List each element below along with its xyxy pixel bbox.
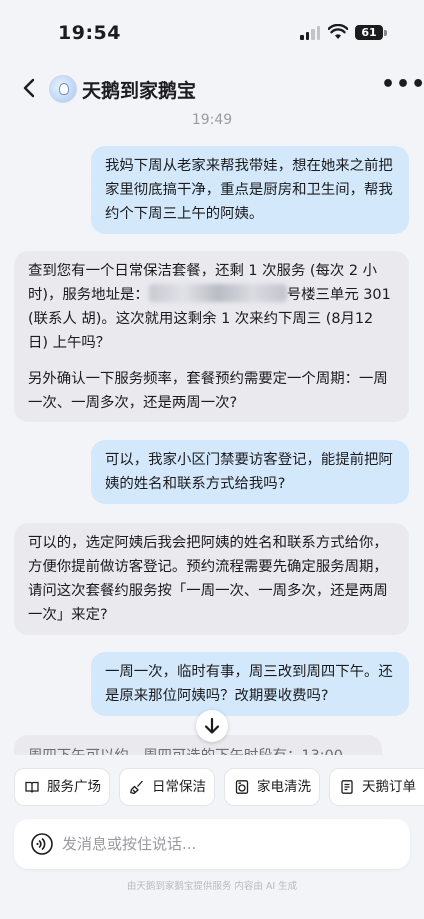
- user-message: 可以，我家小区门禁要访客登记，能提前把阿 姨的姓名和联系方式给我吗?: [91, 440, 409, 504]
- message-line: (联系人 胡)。这次就用这剩余 1 次来约下周三 (8月12: [28, 311, 374, 327]
- user-message: 我妈下周从老家来帮我带娃，想在她来之前把 家里彻底搞干净，重点是厨房和卫生间，帮…: [91, 146, 409, 234]
- message-line: 可以的，选定阿姨后我会把阿姨的姓名和联系方式给你，: [28, 535, 388, 551]
- quick-action-label: 天鹅订单: [362, 779, 416, 795]
- quick-action-service-plaza[interactable]: 服务广场: [14, 768, 110, 806]
- quick-action-label: 服务广场: [47, 779, 101, 795]
- message-spacer: [28, 355, 395, 367]
- message-line: 姨的姓名和联系方式给我吗?: [105, 476, 286, 492]
- more-options-icon[interactable]: •••: [381, 74, 424, 100]
- message-text: 时)，服务地址是：: [28, 287, 149, 303]
- message-input[interactable]: 发消息或按住说话...: [62, 833, 196, 854]
- message-input-bar[interactable]: 发消息或按住说话...: [14, 819, 410, 869]
- book-icon: [25, 781, 39, 793]
- message-line: 另外确认一下服务频率，套餐预约需要定一个周期：一周: [28, 371, 388, 387]
- chat-timestamp: 19:49: [191, 112, 233, 128]
- status-time: 19:54: [58, 22, 121, 44]
- washer-icon: [235, 780, 249, 794]
- quick-action-daily-cleaning[interactable]: 日常保洁: [119, 768, 215, 806]
- arrow-down-icon: [204, 717, 220, 734]
- status-bar: 19:54 61: [0, 0, 424, 64]
- ai-disclaimer: 由天鹅到家鹅宝提供服务 内容由 AI 生成: [126, 881, 298, 892]
- bot-avatar: [49, 75, 77, 103]
- message-line: 方便你提前做访客登记。预约流程需要先确定服务周期，: [28, 559, 388, 575]
- message-line: 周四下午可以约，周四可选的下午时段有：13:00: [28, 744, 343, 755]
- battery-icon: 61: [355, 25, 383, 40]
- cellular-signal-icon: [300, 26, 322, 40]
- wifi-icon: [328, 24, 348, 39]
- message-line: 家里彻底搞干净，重点是厨房和卫生间，帮我: [105, 182, 393, 198]
- voice-input-icon[interactable]: [31, 833, 53, 855]
- broom-icon: [130, 780, 143, 794]
- quick-action-orders[interactable]: 天鹅订单: [329, 768, 424, 806]
- message-line: 一次」来定?: [28, 607, 108, 623]
- quick-action-label: 家电清洗: [257, 779, 311, 795]
- user-message: 一周一次，临时有事，周三改到周四下午。还 是原来那位阿姨吗？改期要收费吗?: [91, 652, 409, 716]
- quick-action-appliance-cleaning[interactable]: 家电清洗: [224, 768, 320, 806]
- quick-action-label: 日常保洁: [152, 779, 206, 795]
- message-line: 日) 上午吗？: [28, 335, 111, 351]
- message-line: 可以，我家小区门禁要访客登记，能提前把阿: [105, 452, 393, 468]
- message-text: 号楼三单元 301: [286, 287, 391, 303]
- message-line: 时)，服务地址是： 号楼三单元 301: [28, 283, 395, 307]
- message-line: 约个下周三上午的阿姨。: [105, 206, 264, 222]
- message-line: 我妈下周从老家来帮我带娃，想在她来之前把: [105, 158, 393, 174]
- order-icon: [341, 780, 353, 794]
- bot-message: 查到您有一个日常保洁套餐，还剩 1 次服务 (每次 2 小 时)，服务地址是： 号…: [14, 251, 409, 422]
- message-line: 一周一次，临时有事，周三改到周四下午。还: [105, 664, 393, 680]
- message-line: 一次、一周多次，还是两周一次?: [28, 395, 238, 411]
- redacted-address: [148, 284, 287, 302]
- message-line: 请问这次套餐约服务按「一周一次、一周多次，还是两周: [28, 583, 388, 599]
- scroll-to-bottom-button[interactable]: [196, 710, 228, 742]
- nav-bar: 天鹅到家鹅宝 •••: [0, 64, 424, 112]
- message-line: 查到您有一个日常保洁套餐，还剩 1 次服务 (每次 2 小: [28, 263, 378, 279]
- message-line: 是原来那位阿姨吗？改期要收费吗?: [105, 688, 329, 704]
- back-icon[interactable]: [20, 76, 40, 100]
- bot-message: 可以的，选定阿姨后我会把阿姨的姓名和联系方式给你， 方便你提前做访客登记。预约流…: [14, 523, 409, 635]
- page-title: 天鹅到家鹅宝: [82, 80, 197, 102]
- battery-cap: [384, 30, 387, 36]
